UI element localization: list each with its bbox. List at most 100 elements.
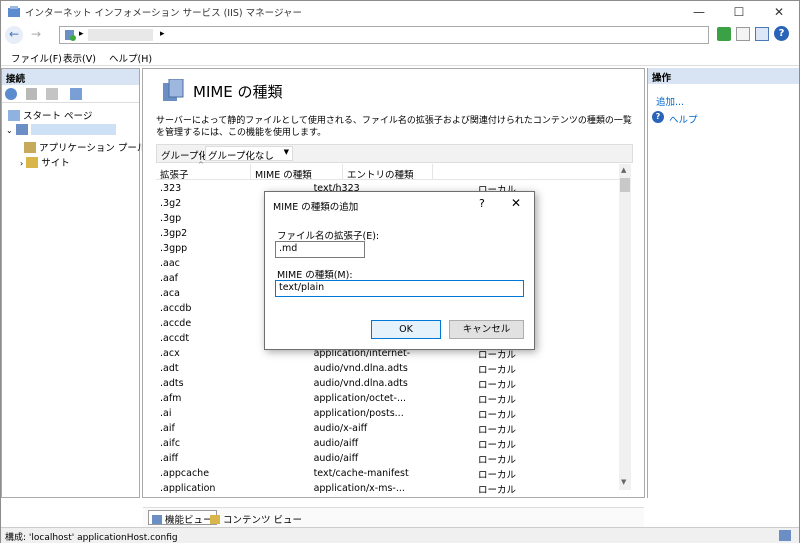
table-row[interactable]: .adt audio/vnd.dlna.adts ローカル: [156, 361, 621, 376]
title-bar: インターネット インフォメーション サービス (IIS) マネージャー — ☐ …: [1, 1, 799, 23]
content-view-icon: [210, 515, 220, 524]
cell-mime: application/octet-...: [313, 393, 406, 404]
back-arrow-icon[interactable]: ←: [5, 26, 23, 44]
table-row[interactable]: .aiff audio/aiff ローカル: [156, 451, 621, 466]
vertical-scrollbar[interactable]: ▲ ▼: [619, 164, 631, 490]
cancel-button[interactable]: キャンセル: [449, 320, 524, 339]
column-extension[interactable]: 拡張子: [160, 167, 189, 181]
tree-start-page-label: スタート ページ: [23, 111, 93, 122]
table-row[interactable]: .appcache text/cache-manifest ローカル: [156, 466, 621, 481]
sort-arrow-icon: ^: [198, 161, 204, 169]
action-add[interactable]: 追加...: [656, 94, 684, 108]
dialog-close-button[interactable]: ✕: [511, 196, 521, 210]
home-icon[interactable]: [755, 27, 769, 41]
group-by-value: グループ化なし: [208, 151, 274, 162]
dialog-help-button[interactable]: ?: [479, 197, 485, 210]
list-header: 拡張子 ^ MIME の種類 エントリの種類: [156, 161, 631, 181]
extension-input[interactable]: .md: [275, 241, 365, 258]
scroll-down-icon[interactable]: ▼: [621, 478, 626, 486]
help-icon[interactable]: ?: [774, 26, 789, 41]
view-tabs: 機能ビュー コンテンツ ビュー: [143, 507, 644, 527]
cell-mime: audio/vnd.dlna.adts: [313, 363, 408, 374]
help-action-icon: ?: [652, 111, 664, 123]
tree-sites[interactable]: › サイト: [20, 155, 70, 169]
table-row[interactable]: .application application/x-ms-... ローカル: [156, 481, 621, 496]
cell-mime: audio/x-aiff: [313, 423, 368, 434]
dialog-title: MIME の種類の追加: [273, 202, 359, 213]
cell-ext: .aiff: [160, 453, 179, 464]
maximize-button[interactable]: ☐: [719, 1, 759, 23]
group-bar: グループ化: グループ化なし ▼: [156, 144, 633, 163]
scroll-thumb[interactable]: [620, 178, 630, 192]
cell-entry: ローカル: [477, 439, 516, 451]
column-divider: [432, 164, 433, 180]
cell-entry: ローカル: [477, 364, 516, 376]
table-row[interactable]: .aif audio/x-aiff ローカル: [156, 421, 621, 436]
tab-content-view-label: コンテンツ ビュー: [223, 515, 303, 526]
cell-entry: ローカル: [477, 454, 516, 466]
collapse-chevron-icon: ›: [20, 159, 24, 168]
connect-icon[interactable]: [5, 88, 17, 100]
cell-ext: .aifc: [160, 438, 181, 449]
cell-entry: ローカル: [477, 379, 516, 391]
cell-ext: .application: [160, 483, 216, 494]
table-row[interactable]: .aifc audio/aiff ローカル: [156, 436, 621, 451]
address-dropdown-arrow[interactable]: ▸: [160, 29, 165, 39]
up-icon[interactable]: [46, 88, 58, 100]
forward-arrow-icon[interactable]: →: [27, 26, 45, 44]
cell-entry: ローカル: [477, 409, 516, 421]
action-help[interactable]: ヘルプ: [669, 112, 698, 126]
cell-mime: text/cache-manifest: [313, 468, 409, 479]
menu-view[interactable]: 表示(V): [63, 51, 96, 65]
cell-ext: .adts: [160, 378, 184, 389]
cell-entry: ローカル: [477, 394, 516, 406]
app-pool-icon: [24, 142, 36, 153]
column-entry-type[interactable]: エントリの種類: [342, 164, 418, 181]
address-bar: ← → ▸ ▸ ?: [1, 23, 799, 47]
cell-ext: .appcache: [160, 468, 210, 479]
group-by-select[interactable]: グループ化なし ▼: [205, 146, 293, 162]
connections-pane: 接続 スタート ページ ⌄ アプリケーション プール › サイト: [1, 68, 146, 498]
minimize-button[interactable]: —: [679, 1, 719, 23]
cell-ext: .afm: [160, 393, 182, 404]
cell-entry: ローカル: [477, 469, 516, 481]
add-mime-dialog: MIME の種類の追加 ? ✕ ファイル名の拡張子(E): .md MIME の…: [264, 191, 535, 350]
menu-file[interactable]: ファイル(F): [11, 51, 62, 65]
tab-features-view-label: 機能ビュー: [165, 515, 213, 526]
actions-header: 操作: [648, 68, 799, 84]
features-view-icon: [152, 515, 162, 524]
cell-mime: audio/aiff: [313, 438, 359, 449]
table-row[interactable]: .adts audio/vnd.dlna.adts ローカル: [156, 376, 621, 391]
tab-content-view[interactable]: コンテンツ ビュー: [207, 511, 305, 527]
cell-mime: application/posts...: [313, 408, 404, 419]
table-row[interactable]: .ai application/posts... ローカル: [156, 406, 621, 421]
mime-types-icon: [161, 78, 185, 106]
cell-ext: .ai: [160, 408, 172, 419]
tree-sites-label: サイト: [41, 158, 70, 169]
address-box[interactable]: ▸ ▸: [59, 26, 709, 44]
status-server-icon: [779, 530, 791, 541]
connect-globe-icon[interactable]: [70, 88, 82, 100]
scroll-up-icon[interactable]: ▲: [621, 166, 626, 174]
column-mime[interactable]: MIME の種類: [250, 164, 316, 181]
tree-app-pools[interactable]: アプリケーション プール: [24, 140, 146, 154]
cell-mime: audio/aiff: [313, 453, 359, 464]
refresh-icon[interactable]: [717, 27, 731, 41]
cell-entry: ローカル: [477, 424, 516, 436]
tree-start-page[interactable]: スタート ページ: [8, 108, 92, 122]
ok-button[interactable]: OK: [371, 320, 441, 339]
extension-label: ファイル名の拡張子(E):: [277, 231, 380, 242]
menu-help[interactable]: ヘルプ(H): [109, 51, 152, 65]
mail-icon[interactable]: [736, 27, 750, 41]
close-button[interactable]: ✕: [759, 1, 799, 23]
cell-mime: audio/vnd.dlna.adts: [313, 378, 408, 389]
mime-type-input[interactable]: text/plain: [275, 280, 524, 297]
tree-server[interactable]: ⌄: [6, 124, 116, 136]
connections-toolbar: [2, 85, 139, 103]
save-icon[interactable]: [26, 88, 37, 100]
cell-ext: .adt: [160, 363, 179, 374]
table-row[interactable]: .afm application/octet-... ローカル: [156, 391, 621, 406]
window-title: インターネット インフォメーション サービス (IIS) マネージャー: [25, 8, 302, 19]
tree-app-pools-label: アプリケーション プール: [39, 143, 147, 154]
mime-type-label: MIME の種類(M):: [277, 270, 353, 281]
